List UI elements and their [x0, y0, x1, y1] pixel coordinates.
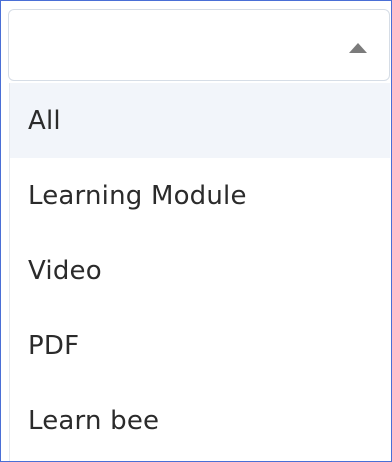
- option-all[interactable]: All: [10, 83, 390, 158]
- caret-up-icon[interactable]: [349, 43, 367, 53]
- dropdown-frame: All Learning Module Video PDF Learn bee: [0, 0, 392, 462]
- dropdown-menu: All Learning Module Video PDF Learn bee: [9, 83, 390, 461]
- option-video[interactable]: Video: [10, 233, 390, 308]
- option-pdf[interactable]: PDF: [10, 308, 390, 383]
- option-learn-bee[interactable]: Learn bee: [10, 383, 390, 458]
- category-select[interactable]: [8, 9, 390, 81]
- option-learning-module[interactable]: Learning Module: [10, 158, 390, 233]
